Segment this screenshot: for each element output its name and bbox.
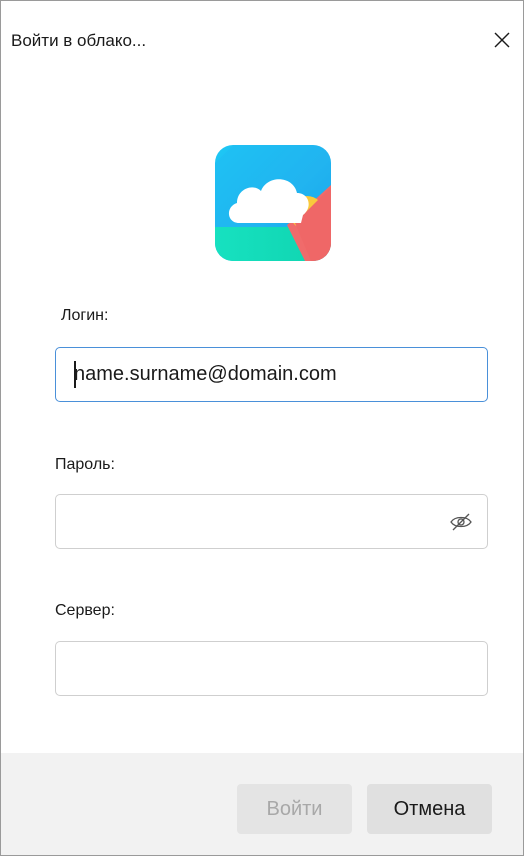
server-field[interactable]	[55, 641, 488, 696]
login-field[interactable]: name.surname@domain.com	[55, 347, 488, 402]
login-dialog: Войти в облако... Логин: name.surname@do…	[0, 0, 524, 856]
password-field[interactable]	[55, 494, 488, 549]
dialog-title: Войти в облако...	[11, 31, 147, 50]
eye-slash-icon[interactable]	[449, 511, 473, 533]
server-label: Сервер:	[55, 602, 115, 619]
cancel-button[interactable]: Отмена	[367, 784, 492, 834]
login-button[interactable]: Войти	[237, 784, 352, 834]
password-label: Пароль:	[55, 456, 115, 473]
login-value: name.surname@domain.com	[74, 363, 337, 385]
dialog-footer: Войти Отмена	[1, 753, 523, 855]
cloud-app-logo	[215, 145, 331, 261]
title-bar: Войти в облако...	[1, 1, 523, 83]
close-button[interactable]	[485, 23, 519, 57]
close-icon	[494, 32, 510, 48]
login-label: Логин:	[61, 307, 109, 324]
